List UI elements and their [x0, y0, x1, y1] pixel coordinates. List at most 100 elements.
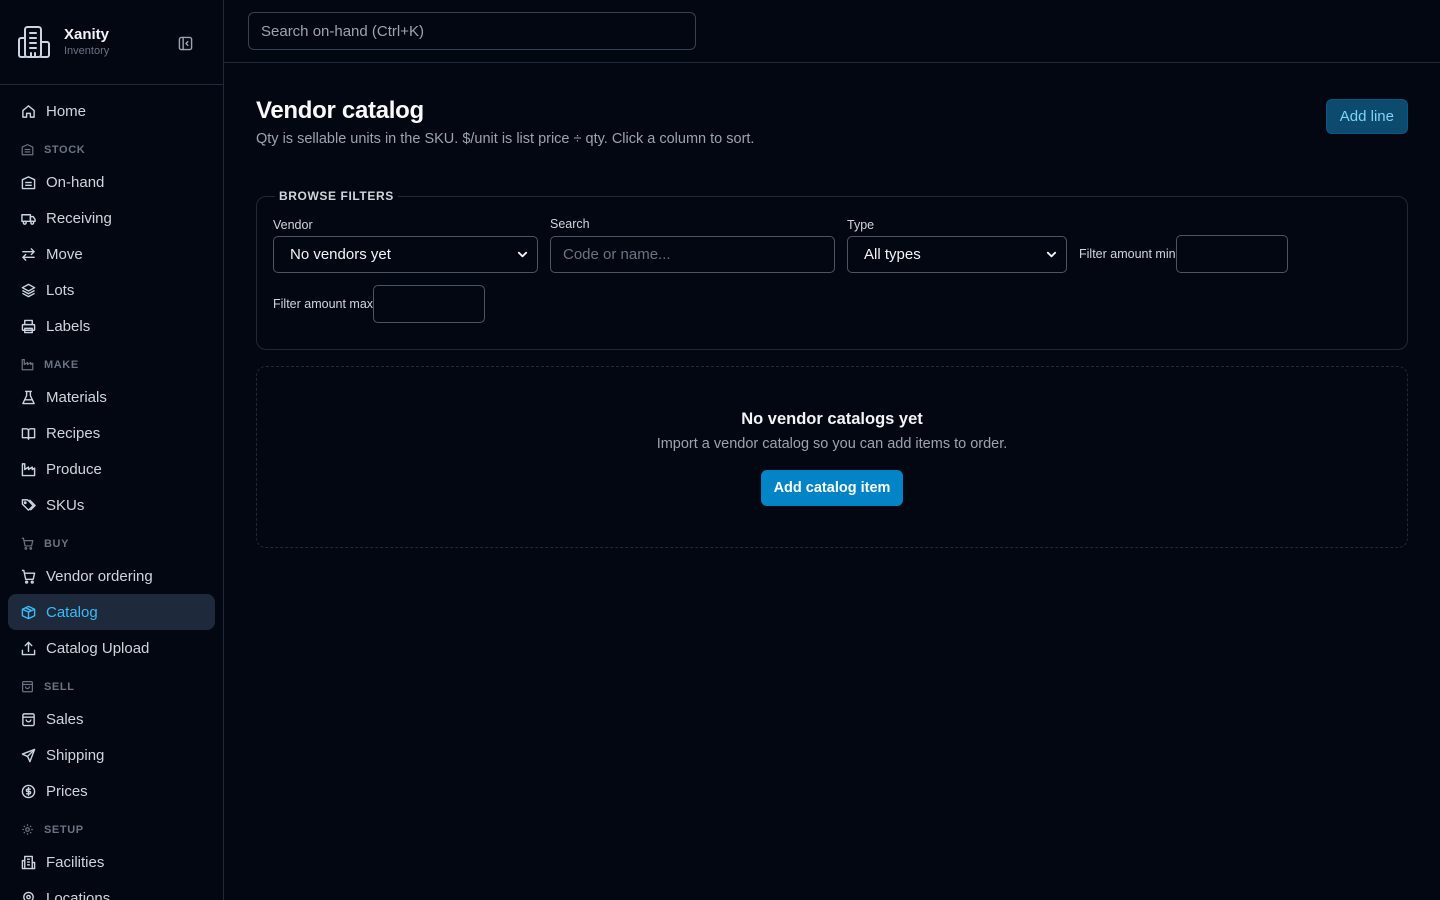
chevron-down-icon: [1046, 249, 1058, 261]
sidebar-nav: Home STOCK On-hand Receiving Move Lots L…: [0, 85, 223, 900]
section-make: MAKE: [8, 344, 215, 379]
section-sell: SELL: [8, 666, 215, 701]
sidebar-item-labels[interactable]: Labels: [8, 308, 215, 344]
sidebar-item-label: Home: [46, 102, 87, 120]
section-label: STOCK: [44, 143, 86, 156]
sidebar-item-label: Locations: [46, 889, 111, 900]
sidebar-item-skus[interactable]: SKUs: [8, 487, 215, 523]
type-select[interactable]: All types: [847, 236, 1067, 273]
section-stock: STOCK: [8, 129, 215, 164]
global-search-input[interactable]: [248, 12, 696, 50]
sidebar-item-label: Catalog: [46, 603, 98, 621]
catalog-search-input[interactable]: [550, 236, 835, 273]
filters-legend: BROWSE FILTERS: [279, 189, 394, 203]
gear-icon: [20, 823, 34, 837]
page-content: Vendor catalog Qty is sellable units in …: [224, 63, 1440, 548]
send-icon: [20, 747, 36, 763]
dollar-circle-icon: [20, 783, 36, 799]
filter-row-1: Vendor No vendors yet Search T: [273, 217, 1391, 273]
app-shell: Xanity Inventory Home STOCK On-hand Rece…: [0, 0, 1440, 900]
factory-icon: [20, 358, 34, 372]
amount-min-field: Filter amount min: [1079, 235, 1288, 273]
section-label: BUY: [44, 537, 70, 550]
collapse-sidebar-icon[interactable]: [176, 34, 194, 52]
browse-filters: BROWSE FILTERS Vendor No vendors yet Sea…: [256, 189, 1408, 350]
sidebar-item-produce[interactable]: Produce: [8, 451, 215, 487]
section-buy: BUY: [8, 523, 215, 558]
sidebar-item-facilities[interactable]: Facilities: [8, 844, 215, 880]
vendor-select[interactable]: No vendors yet: [273, 236, 538, 273]
layers-icon: [20, 282, 36, 298]
building-icon: [20, 854, 36, 870]
brand-name: Xanity: [64, 26, 110, 43]
section-setup: SETUP: [8, 809, 215, 844]
sidebar-item-materials[interactable]: Materials: [8, 379, 215, 415]
sidebar-item-on-hand[interactable]: On-hand: [8, 164, 215, 200]
warehouse-icon: [20, 174, 36, 190]
sidebar-item-move[interactable]: Move: [8, 236, 215, 272]
type-field: Type All types: [847, 218, 1067, 273]
sidebar-item-label: Catalog Upload: [46, 639, 150, 657]
brand-text: Xanity Inventory: [64, 26, 109, 58]
sidebar-item-home[interactable]: Home: [8, 93, 215, 129]
type-select-value: All types: [864, 246, 921, 263]
flask-icon: [20, 389, 36, 405]
sidebar-item-label: Produce: [46, 460, 102, 478]
empty-state-description: Import a vendor catalog so you can add i…: [656, 436, 1008, 452]
filter-row-2: Filter amount max: [273, 285, 1391, 323]
sidebar-item-shipping[interactable]: Shipping: [8, 737, 215, 773]
section-label: SELL: [44, 680, 75, 693]
sidebar-item-locations[interactable]: Locations: [8, 880, 215, 900]
building-logo-icon: [16, 24, 52, 60]
sidebar-item-label: SKUs: [46, 496, 85, 514]
sidebar-item-prices[interactable]: Prices: [8, 773, 215, 809]
upload-icon: [20, 640, 36, 656]
cart-icon: [20, 537, 34, 551]
home-icon: [20, 103, 36, 119]
empty-state: No vendor catalogs yet Import a vendor c…: [256, 366, 1408, 548]
sidebar-item-label: Lots: [46, 281, 75, 299]
shopping-bag-icon: [20, 711, 36, 727]
tags-icon: [20, 497, 36, 513]
search-field: Search: [550, 217, 835, 273]
amount-max-input[interactable]: [373, 285, 486, 323]
sidebar-item-label: Labels: [46, 317, 91, 335]
sidebar-item-sales[interactable]: Sales: [8, 701, 215, 737]
empty-state-title: No vendor catalogs yet: [741, 410, 923, 428]
main-area: Vendor catalog Qty is sellable units in …: [224, 0, 1440, 900]
amount-max-field: Filter amount max: [273, 285, 486, 323]
sidebar-item-receiving[interactable]: Receiving: [8, 200, 215, 236]
sidebar-item-label: Sales: [46, 710, 84, 728]
page-title: Vendor catalog: [256, 97, 424, 124]
search-label: Search: [550, 217, 590, 231]
shopping-bag-icon: [20, 680, 34, 694]
sidebar-item-catalog-upload[interactable]: Catalog Upload: [8, 630, 215, 666]
book-open-icon: [20, 425, 36, 441]
sidebar-item-label: Facilities: [46, 853, 105, 871]
sidebar: Xanity Inventory Home STOCK On-hand Rece…: [0, 0, 224, 900]
sidebar-item-label: Materials: [46, 388, 107, 406]
warehouse-icon: [20, 143, 34, 157]
type-label: Type: [847, 218, 875, 232]
add-catalog-item-button[interactable]: Add catalog item: [760, 470, 904, 506]
sidebar-item-label: Vendor ordering: [46, 567, 153, 585]
sidebar-item-vendor-ordering[interactable]: Vendor ordering: [8, 558, 215, 594]
arrows-left-right-icon: [20, 246, 36, 262]
cart-icon: [20, 568, 36, 584]
add-line-button[interactable]: Add line: [1325, 99, 1408, 134]
chevron-down-icon: [517, 249, 529, 261]
map-pin-icon: [20, 890, 36, 900]
amount-max-label: Filter amount max: [273, 297, 374, 311]
sidebar-item-recipes[interactable]: Recipes: [8, 415, 215, 451]
brand-subtitle: Inventory: [64, 45, 110, 57]
vendor-label: Vendor: [273, 218, 313, 232]
sidebar-item-label: Prices: [46, 782, 88, 800]
factory-icon: [20, 461, 36, 477]
amount-min-input[interactable]: [1175, 235, 1288, 273]
sidebar-item-label: Move: [46, 245, 83, 263]
topbar: [224, 0, 1440, 63]
vendor-select-value: No vendors yet: [290, 246, 391, 263]
printer-icon: [20, 318, 36, 334]
sidebar-item-catalog[interactable]: Catalog: [8, 594, 215, 630]
sidebar-item-lots[interactable]: Lots: [8, 272, 215, 308]
